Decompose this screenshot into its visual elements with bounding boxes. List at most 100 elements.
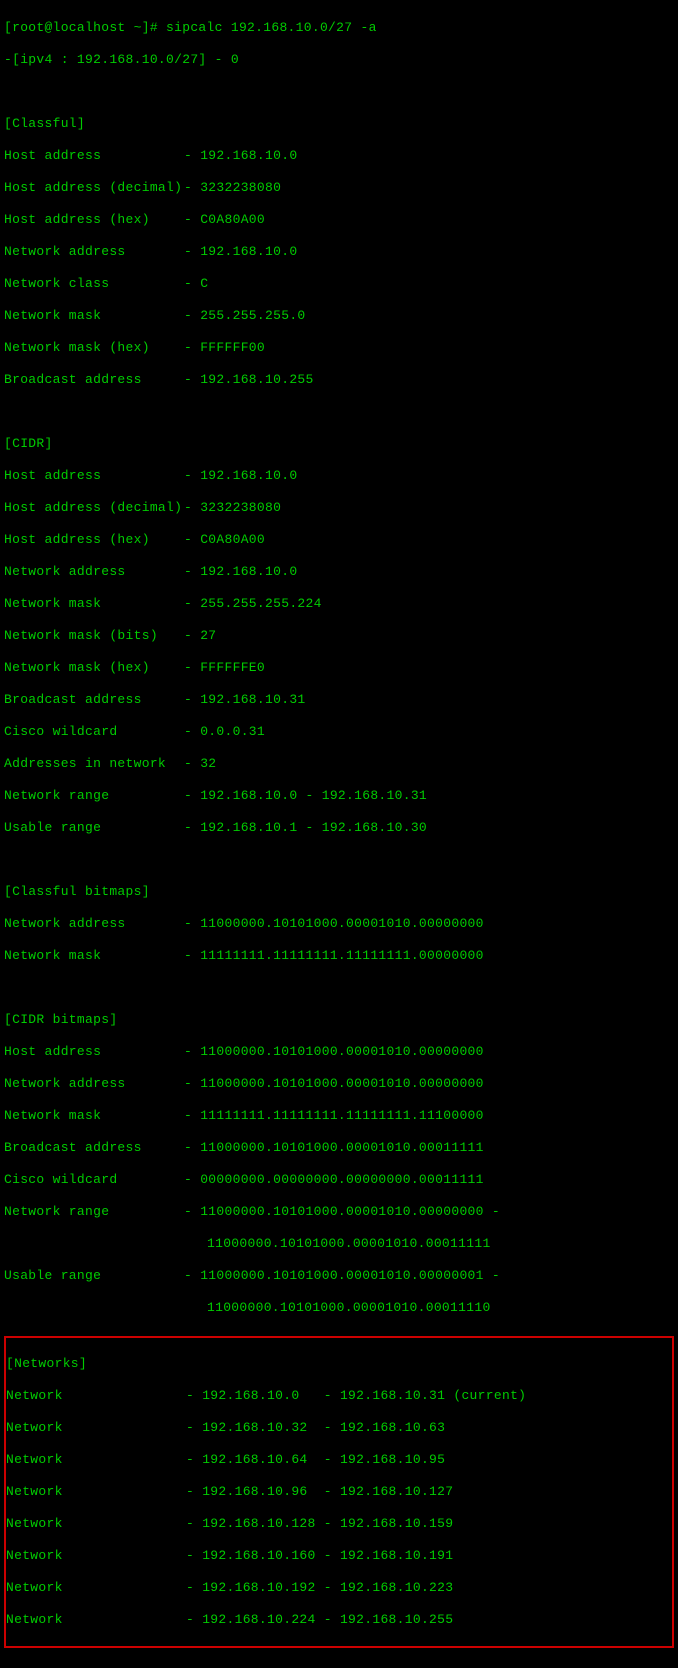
separator: - [184,1172,200,1188]
classful-row: Network mask (hex)- FFFFFF00 [4,340,674,356]
field-value: 3232238080 [200,500,281,516]
classful-row: Broadcast address- 192.168.10.255 [4,372,674,388]
field-value: 192.168.10.0 [200,148,297,164]
separator: - [184,628,200,644]
field-value: 11111111.11111111.11111111.00000000 [200,948,484,964]
classful-row: Host address- 192.168.10.0 [4,148,674,164]
field-label: Network address [4,1076,184,1092]
classful-row: Network mask- 255.255.255.0 [4,308,674,324]
network-row: Network- 192.168.10.192 - 192.168.10.223 [6,1580,672,1596]
bitmap-row: Cisco wildcard- 00000000.00000000.000000… [4,1172,674,1188]
network-row: Network- 192.168.10.96 - 192.168.10.127 [6,1484,672,1500]
field-label: Network [6,1388,186,1404]
field-value: 192.168.10.0 [200,564,297,580]
separator: - [184,468,200,484]
separator: - [184,756,200,772]
separator: - [184,1268,200,1284]
classful-row: Network class- C [4,276,674,292]
classful-row: Host address (decimal)- 3232238080 [4,180,674,196]
bitmap-row-cont: 11000000.10101000.00001010.00011111 [4,1236,674,1252]
separator: - [184,788,200,804]
separator: - [184,1108,200,1124]
field-label: Network mask [4,308,184,324]
field-label: Host address (hex) [4,212,184,228]
separator: - [184,596,200,612]
network-row: Network- 192.168.10.224 - 192.168.10.255 [6,1612,672,1628]
networks-highlight-box: [Networks] Network- 192.168.10.0 - 192.1… [4,1336,674,1648]
separator: - [184,372,200,388]
classful-title: [Classful] [4,116,674,132]
bitmap-row-cont: 11000000.10101000.00001010.00011110 [4,1300,674,1316]
cidr-bitmaps-title: [CIDR bitmaps] [4,1012,674,1028]
separator: - [186,1420,202,1436]
network-end: 192.168.10.63 [340,1420,445,1436]
field-value: 11000000.10101000.00001010.00011111 [200,1140,484,1156]
field-value: 11000000.10101000.00001010.00000000 - [200,1204,500,1220]
network-row: Network- 192.168.10.128 - 192.168.10.159 [6,1516,672,1532]
separator: - [184,244,200,260]
blank-line [4,84,674,100]
field-label: Network [6,1580,186,1596]
separator: - [184,276,200,292]
field-label: Usable range [4,820,184,836]
network-row: Network- 192.168.10.160 - 192.168.10.191 [6,1548,672,1564]
field-value: 11000000.10101000.00001010.00000000 [200,1076,484,1092]
separator: - [184,564,200,580]
field-label: Network [6,1516,186,1532]
command: sipcalc 192.168.10.0/27 -a [166,20,377,35]
separator: - [324,1452,340,1468]
cidr-row: Broadcast address- 192.168.10.31 [4,692,674,708]
field-value: 192.168.10.0 [200,244,297,260]
network-end: 192.168.10.223 [340,1580,453,1596]
terminal-output: [root@localhost ~]# sipcalc 192.168.10.0… [4,4,674,1664]
field-label: Network mask (bits) [4,628,184,644]
field-label: Broadcast address [4,1140,184,1156]
network-start: 192.168.10.160 [202,1548,324,1564]
network-end: 192.168.10.95 [340,1452,445,1468]
separator: - [184,212,200,228]
cidr-row: Network range- 192.168.10.0 - 192.168.10… [4,788,674,804]
field-label: Cisco wildcard [4,1172,184,1188]
cidr-row: Network mask (bits)- 27 [4,628,674,644]
header-line: -[ipv4 : 192.168.10.0/27] - 0 [4,52,674,68]
network-start: 192.168.10.64 [202,1452,324,1468]
field-label: Host address (hex) [4,532,184,548]
field-label: Broadcast address [4,372,184,388]
separator: - [184,340,200,356]
field-label: Network address [4,916,184,932]
network-end: 192.168.10.191 [340,1548,453,1564]
field-value: 255.255.255.224 [200,596,322,612]
field-value: 192.168.10.1 - 192.168.10.30 [200,820,427,836]
cidr-row: Usable range- 192.168.10.1 - 192.168.10.… [4,820,674,836]
classful-row: Network address- 192.168.10.0 [4,244,674,260]
field-label: Host address (decimal) [4,180,184,196]
field-value: FFFFFFE0 [200,660,265,676]
field-value: 32 [200,756,216,772]
separator: - [184,532,200,548]
field-label: Broadcast address [4,692,184,708]
bitmap-row: Network address- 11000000.10101000.00001… [4,1076,674,1092]
separator: - [184,1140,200,1156]
field-label: Network address [4,564,184,580]
bitmap-row: Network range- 11000000.10101000.0000101… [4,1204,674,1220]
field-label: Network range [4,1204,184,1220]
field-label: Network [6,1548,186,1564]
bitmap-row: Broadcast address- 11000000.10101000.000… [4,1140,674,1156]
separator: - [186,1452,202,1468]
field-value: C0A80A00 [200,212,265,228]
separator: - [184,308,200,324]
separator: - [324,1420,340,1436]
network-start: 192.168.10.128 [202,1516,324,1532]
cidr-title: [CIDR] [4,436,674,452]
separator: - [186,1580,202,1596]
network-start: 192.168.10.224 [202,1612,324,1628]
field-label: Network mask [4,596,184,612]
separator: - [186,1388,202,1404]
classful-bitmaps-title: [Classful bitmaps] [4,884,674,900]
prompt: [root@localhost ~]# [4,20,166,35]
field-label: Host address [4,468,184,484]
separator: - [184,1076,200,1092]
field-value: C0A80A00 [200,532,265,548]
indent [4,1236,207,1252]
bitmap-row: Host address- 11000000.10101000.00001010… [4,1044,674,1060]
